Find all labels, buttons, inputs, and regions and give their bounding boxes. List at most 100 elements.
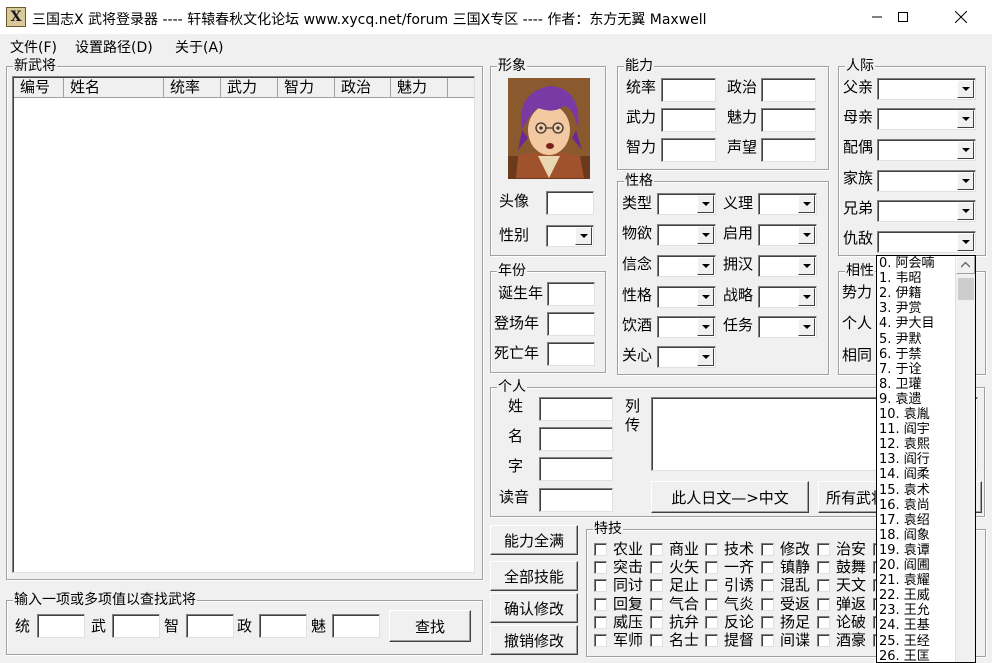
death-year-input[interactable] [547, 342, 595, 366]
column-header-war[interactable]: 武力 [221, 78, 278, 98]
column-header-leadership[interactable]: 统率 [164, 78, 221, 98]
desire-select[interactable] [657, 224, 716, 246]
righteousness-select[interactable] [758, 193, 817, 215]
column-header-name[interactable]: 姓名 [64, 78, 164, 98]
skill-checkbox[interactable] [705, 579, 718, 592]
dropdown-option[interactable]: 23. 王允 [879, 604, 930, 618]
gender-dropdown-arrow[interactable] [575, 227, 592, 245]
enemy-dropdown-arrow[interactable] [957, 233, 974, 251]
skill-checkbox[interactable] [761, 579, 774, 592]
temperament-select[interactable] [657, 286, 716, 308]
skill-checkbox[interactable] [817, 561, 830, 574]
column-header-intelligence[interactable]: 智力 [278, 78, 335, 98]
skill-checkbox[interactable] [817, 616, 830, 629]
temperament-dropdown-arrow[interactable] [697, 288, 714, 306]
search-charisma-input[interactable] [332, 614, 380, 638]
war-input[interactable] [661, 108, 716, 132]
dropdown-option[interactable]: 2. 伊籍 [879, 287, 922, 301]
menu-file[interactable]: 文件(F) [10, 37, 57, 57]
column-header-charisma[interactable]: 魅力 [391, 78, 448, 98]
skill-checkbox[interactable] [650, 634, 663, 647]
dropdown-option[interactable]: 11. 阎宇 [879, 423, 930, 437]
intelligence-input[interactable] [661, 138, 716, 162]
concern-select[interactable] [657, 346, 716, 368]
strategy-dropdown-arrow[interactable] [798, 288, 815, 306]
skill-checkbox[interactable] [705, 634, 718, 647]
all-skills-button[interactable]: 全部技能 [490, 561, 578, 591]
clan-select[interactable] [877, 170, 976, 192]
skill-checkbox[interactable] [650, 616, 663, 629]
close-button[interactable] [938, 0, 984, 34]
search-war-input[interactable] [112, 614, 160, 638]
cancel-edit-button[interactable]: 撤销修改 [490, 625, 578, 655]
birth-year-input[interactable] [547, 282, 595, 306]
skill-checkbox[interactable] [817, 634, 830, 647]
skill-checkbox[interactable] [650, 579, 663, 592]
spouse-dropdown-arrow[interactable] [957, 141, 974, 159]
charisma-input[interactable] [761, 108, 816, 132]
strategy-select[interactable] [758, 286, 817, 308]
confirm-edit-button[interactable]: 确认修改 [490, 593, 578, 623]
enemy-select[interactable] [877, 231, 976, 253]
skill-checkbox[interactable] [705, 598, 718, 611]
drinking-select[interactable] [657, 316, 716, 338]
column-header-politics[interactable]: 政治 [335, 78, 391, 98]
dropdown-option[interactable]: 18. 阎象 [879, 528, 930, 543]
dropdown-option[interactable]: 25. 王经 [879, 634, 930, 649]
dropdown-option[interactable]: 5. 尹默 [879, 332, 922, 347]
dropdown-option[interactable]: 9. 袁遗 [879, 392, 922, 407]
maximize-button[interactable] [880, 0, 926, 34]
skill-checkbox[interactable] [817, 598, 830, 611]
skill-checkbox[interactable] [761, 561, 774, 574]
skill-checkbox[interactable] [594, 579, 607, 592]
dropdown-option[interactable]: 12. 袁熙 [879, 438, 930, 452]
skill-checkbox[interactable] [761, 616, 774, 629]
belief-select[interactable] [657, 255, 716, 277]
dropdown-option[interactable]: 3. 尹赏 [879, 302, 922, 316]
portrait-input[interactable] [546, 191, 594, 215]
employ-select[interactable] [758, 224, 817, 246]
courtesy-name-input[interactable] [539, 457, 613, 481]
leadership-input[interactable] [661, 78, 716, 102]
employ-dropdown-arrow[interactable] [798, 226, 815, 244]
dropdown-option[interactable]: 14. 阎柔 [879, 468, 930, 482]
type-select[interactable] [657, 193, 716, 215]
max-ability-button[interactable]: 能力全满 [490, 525, 578, 555]
support-han-dropdown-arrow[interactable] [798, 257, 815, 275]
mission-select[interactable] [758, 316, 817, 338]
menu-set-path[interactable]: 设置路径(D) [75, 37, 153, 57]
dropdown-option[interactable]: 4. 尹大目 [879, 317, 935, 331]
given-name-input[interactable] [539, 427, 613, 451]
mission-dropdown-arrow[interactable] [798, 318, 815, 336]
politics-input[interactable] [761, 78, 816, 102]
mother-select[interactable] [877, 108, 976, 130]
enemy-dropdown-list[interactable]: 0. 阿会喃 1. 韦昭 2. 伊籍 3. 尹赏 4. 尹大目 5. 尹默 6. 于禁 7. … [876, 255, 976, 663]
skill-checkbox[interactable] [594, 616, 607, 629]
dropdown-option[interactable]: 20. 阎圃 [879, 559, 930, 573]
dropdown-option[interactable]: 26. 王匡 [879, 649, 930, 662]
skill-checkbox[interactable] [705, 543, 718, 556]
search-button[interactable]: 查找 [389, 610, 471, 642]
column-header-id[interactable]: 编号 [14, 78, 64, 98]
search-leadership-input[interactable] [37, 614, 85, 638]
dropdown-option[interactable]: 7. 于诠 [879, 362, 922, 377]
father-dropdown-arrow[interactable] [957, 80, 974, 98]
dropdown-option[interactable]: 16. 袁尚 [879, 498, 930, 513]
skill-checkbox[interactable] [761, 598, 774, 611]
skill-checkbox[interactable] [650, 543, 663, 556]
dropdown-option[interactable]: 1. 韦昭 [879, 272, 922, 286]
concern-dropdown-arrow[interactable] [697, 348, 714, 366]
convert-japanese-button[interactable]: 此人日文—>中文 [651, 481, 809, 513]
skill-checkbox[interactable] [594, 634, 607, 647]
skill-checkbox[interactable] [594, 598, 607, 611]
father-select[interactable] [877, 78, 976, 100]
menu-about[interactable]: 关于(A) [175, 37, 224, 57]
mother-dropdown-arrow[interactable] [957, 110, 974, 128]
clan-dropdown-arrow[interactable] [957, 172, 974, 190]
skill-checkbox[interactable] [650, 561, 663, 574]
scroll-up-button[interactable] [956, 256, 975, 274]
dropdown-option[interactable]: 22. 王威 [879, 589, 930, 603]
dropdown-option[interactable]: 8. 卫瓘 [879, 377, 922, 392]
surname-input[interactable] [539, 397, 613, 421]
skill-checkbox[interactable] [594, 561, 607, 574]
